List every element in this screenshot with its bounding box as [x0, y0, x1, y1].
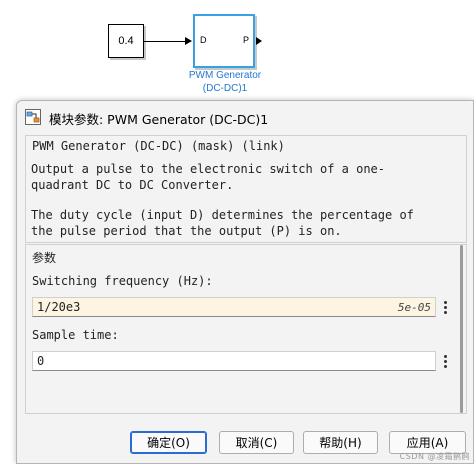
mask-description-group: PWM Generator (DC-DC) (mask) (link) Outp… — [25, 135, 467, 243]
cancel-button[interactable]: 取消(C) — [219, 431, 294, 454]
help-button[interactable]: 帮助(H) — [303, 431, 378, 454]
output-port-arrow-icon — [256, 37, 262, 45]
description-paragraph-1: Output a pulse to the electronic switch … — [31, 162, 386, 192]
signal-arrow-icon — [185, 37, 192, 45]
scrollbar-thumb[interactable] — [460, 245, 463, 413]
dialog-title: 模块参数: PWM Generator (DC-DC)1 — [49, 112, 269, 127]
port-label-p: P — [242, 35, 249, 45]
sample-time-more-icon[interactable] — [438, 351, 452, 371]
constant-block[interactable]: 0.4 — [108, 24, 144, 58]
switching-frequency-label: Switching frequency (Hz): — [32, 274, 213, 288]
block-parameters-dialog: 模块参数: PWM Generator (DC-DC)1 PWM Generat… — [16, 100, 474, 464]
switching-frequency-value: 1/20e3 — [37, 300, 81, 314]
simulink-app-icon — [25, 109, 41, 125]
signal-line[interactable] — [144, 41, 188, 42]
sample-time-value: 0 — [37, 354, 45, 368]
parameters-scrollbar[interactable] — [457, 245, 466, 413]
parameters-legend: 参数 — [32, 251, 57, 265]
ok-button[interactable]: 确定(O) — [130, 431, 207, 454]
constant-value: 0.4 — [118, 35, 134, 47]
dialog-titlebar[interactable]: 模块参数: PWM Generator (DC-DC)1 — [17, 101, 473, 133]
pwm-block-name-line2: (DC-DC)1 — [202, 83, 248, 94]
watermark: CSDN @凌霜鹊鸥 — [399, 452, 470, 461]
switching-frequency-more-icon[interactable] — [438, 297, 452, 317]
mask-header: PWM Generator (DC-DC) (mask) (link) — [32, 139, 285, 153]
pwm-block-name[interactable]: PWM Generator (DC-DC)1 — [170, 69, 280, 95]
port-label-d: D — [200, 35, 207, 45]
sample-time-input[interactable]: 0 — [32, 351, 436, 371]
parameters-group: 参数 Switching frequency (Hz): 1/20e3 5e-0… — [25, 244, 467, 414]
switching-frequency-input[interactable]: 1/20e3 5e-05 — [32, 297, 436, 317]
pwm-block-name-line1: PWM Generator — [188, 70, 262, 81]
description-paragraph-2: The duty cycle (input D) determines the … — [31, 208, 414, 238]
sample-time-label: Sample time: — [32, 328, 119, 342]
switching-frequency-evaluated: 5e-05 — [397, 301, 431, 314]
pwm-generator-block[interactable]: D P — [193, 14, 255, 68]
